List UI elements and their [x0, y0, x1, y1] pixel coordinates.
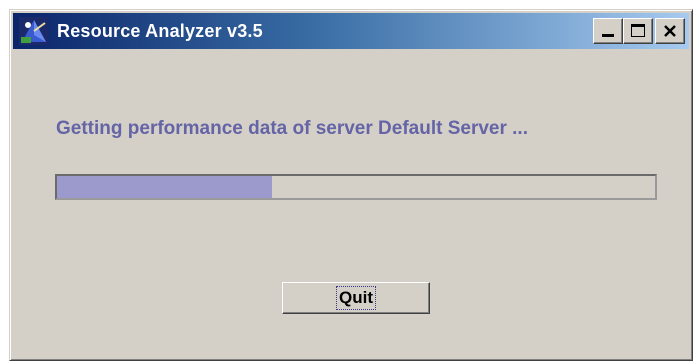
status-message: Getting performance data of server Defau… [56, 118, 528, 139]
app-icon [19, 17, 49, 45]
minimize-icon [602, 34, 614, 37]
progress-bar [55, 174, 657, 200]
minimize-button[interactable] [593, 18, 623, 44]
maximize-icon [631, 24, 645, 37]
close-button[interactable] [655, 18, 685, 44]
dialog-window: Resource Analyzer v3.5 Getting performan… [9, 9, 693, 361]
progress-fill [57, 176, 273, 198]
window-controls [593, 18, 685, 44]
close-icon [664, 25, 676, 37]
window-title: Resource Analyzer v3.5 [57, 20, 263, 41]
maximize-button[interactable] [623, 18, 653, 44]
quit-button[interactable]: Quit [282, 282, 430, 314]
quit-button-label: Quit [336, 286, 376, 310]
title-bar[interactable]: Resource Analyzer v3.5 [13, 13, 689, 49]
